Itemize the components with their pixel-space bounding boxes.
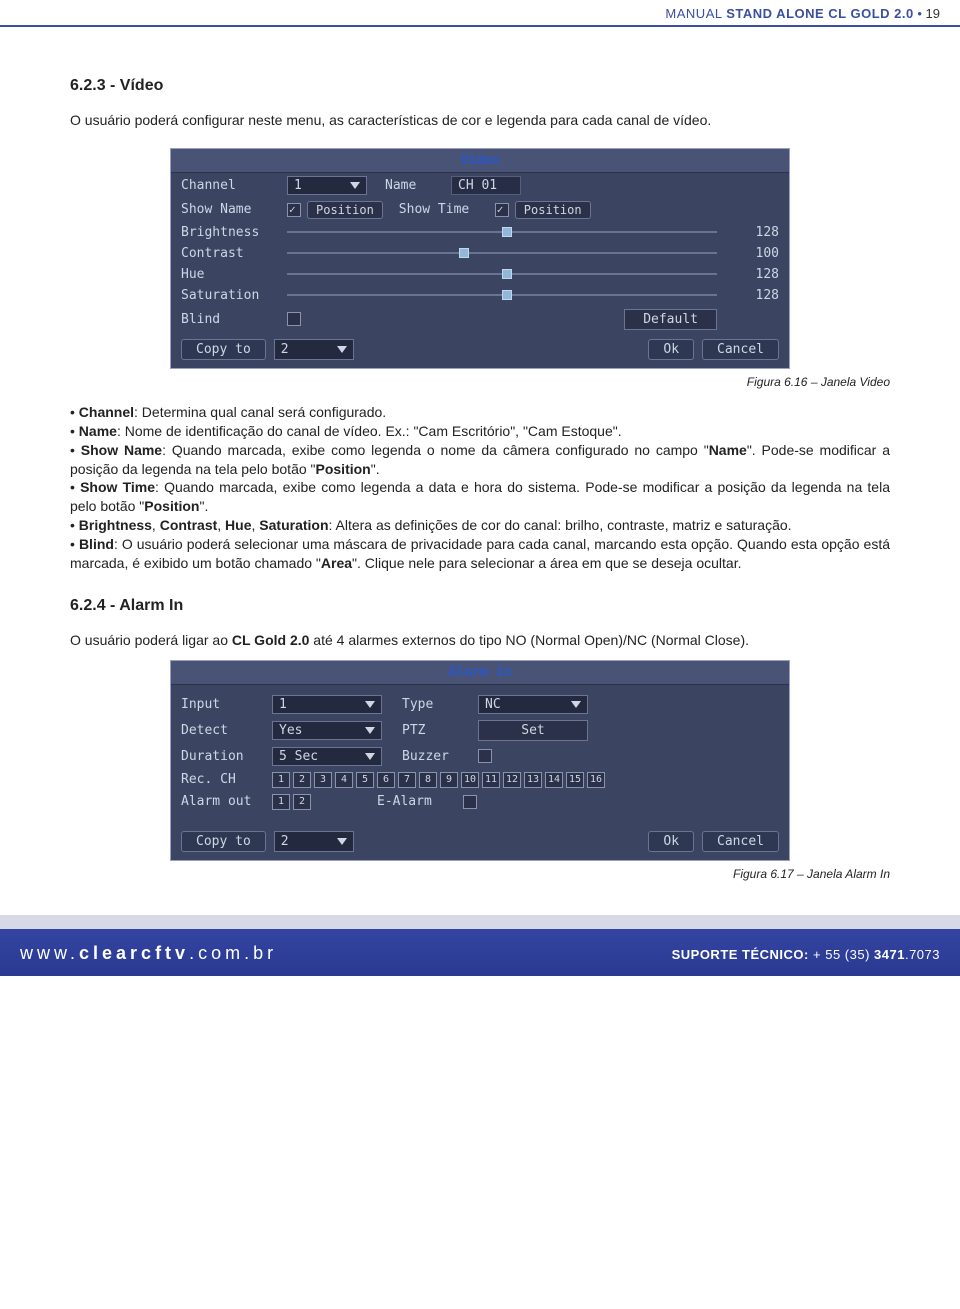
- rec-channels-row: 12345678910111213141516: [272, 772, 605, 788]
- label-show-time: Show Time: [399, 202, 489, 217]
- chevron-down-icon: [365, 701, 375, 708]
- label-detect: Detect: [181, 723, 266, 738]
- rec-ch-1[interactable]: 1: [272, 772, 290, 788]
- figure-caption-alarm: Figura 6.17 – Janela Alarm In: [70, 867, 890, 881]
- rec-ch-10[interactable]: 10: [461, 772, 479, 788]
- alarm-panel-title: Alarm in: [171, 661, 789, 685]
- copy-to-channel-select[interactable]: 2: [274, 339, 354, 360]
- label-hue: Hue: [181, 267, 281, 282]
- section-heading-alarm: 6.2.4 - Alarm In: [70, 597, 890, 615]
- section-heading-video: 6.2.3 - Vídeo: [70, 77, 890, 95]
- show-time-position-button[interactable]: Position: [515, 201, 591, 219]
- figure-caption-video: Figura 6.16 – Janela Video: [70, 375, 890, 389]
- chevron-down-icon: [571, 701, 581, 708]
- document-header: MANUAL STAND ALONE CL GOLD 2.0 • 19: [0, 0, 960, 27]
- label-e-alarm: E-Alarm: [377, 794, 457, 809]
- ptz-set-button[interactable]: Set: [478, 720, 588, 741]
- label-ptz: PTZ: [402, 723, 472, 738]
- show-time-checkbox[interactable]: [495, 203, 509, 217]
- show-name-position-button[interactable]: Position: [307, 201, 383, 219]
- video-definitions-list: Channel: Determina qual canal será confi…: [70, 403, 890, 573]
- detect-select[interactable]: Yes: [272, 721, 382, 740]
- label-show-name: Show Name: [181, 202, 281, 217]
- label-buzzer: Buzzer: [402, 749, 472, 764]
- e-alarm-checkbox[interactable]: [463, 795, 477, 809]
- saturation-slider[interactable]: [287, 290, 717, 300]
- doc-title-light: MANUAL: [665, 6, 726, 21]
- alarm-out-row: 12: [272, 794, 311, 810]
- video-settings-panel: Video Channel 1 Name CH 01 Show Name Pos…: [170, 148, 790, 369]
- rec-ch-3[interactable]: 3: [314, 772, 332, 788]
- page-number: 19: [926, 6, 940, 21]
- rec-ch-2[interactable]: 2: [293, 772, 311, 788]
- hue-value: 128: [723, 267, 779, 282]
- chevron-down-icon: [365, 753, 375, 760]
- label-duration: Duration: [181, 749, 266, 764]
- duration-select[interactable]: 5 Sec: [272, 747, 382, 766]
- label-type: Type: [402, 697, 472, 712]
- label-alarm-out: Alarm out: [181, 794, 266, 809]
- show-name-checkbox[interactable]: [287, 203, 301, 217]
- default-button[interactable]: Default: [624, 309, 717, 330]
- rec-ch-15[interactable]: 15: [566, 772, 584, 788]
- chevron-down-icon: [337, 346, 347, 353]
- rec-ch-5[interactable]: 5: [356, 772, 374, 788]
- rec-ch-11[interactable]: 11: [482, 772, 500, 788]
- alarm-out-2[interactable]: 2: [293, 794, 311, 810]
- channel-select[interactable]: 1: [287, 176, 367, 195]
- ok-button[interactable]: Ok: [648, 831, 694, 852]
- chevron-down-icon: [365, 727, 375, 734]
- rec-ch-8[interactable]: 8: [419, 772, 437, 788]
- contrast-slider[interactable]: [287, 248, 717, 258]
- hue-slider[interactable]: [287, 269, 717, 279]
- type-select[interactable]: NC: [478, 695, 588, 714]
- chevron-down-icon: [350, 182, 360, 189]
- ok-button[interactable]: Ok: [648, 339, 694, 360]
- label-name: Name: [385, 178, 445, 193]
- rec-ch-9[interactable]: 9: [440, 772, 458, 788]
- copy-to-button[interactable]: Copy to: [181, 831, 266, 852]
- label-brightness: Brightness: [181, 225, 281, 240]
- alarm-settings-panel: Alarm in Input 1 Type NC Detect Yes PTZ …: [170, 660, 790, 861]
- rec-ch-14[interactable]: 14: [545, 772, 563, 788]
- footer-support: SUPORTE TÉCNICO: + 55 (35) 3471.7073: [672, 947, 940, 962]
- section-intro-video: O usuário poderá configurar neste menu, …: [70, 111, 890, 130]
- contrast-value: 100: [723, 246, 779, 261]
- name-input[interactable]: CH 01: [451, 176, 521, 195]
- saturation-value: 128: [723, 288, 779, 303]
- video-panel-title: Video: [171, 149, 789, 173]
- buzzer-checkbox[interactable]: [478, 749, 492, 763]
- brightness-value: 128: [723, 225, 779, 240]
- rec-ch-4[interactable]: 4: [335, 772, 353, 788]
- brightness-slider[interactable]: [287, 227, 717, 237]
- rec-ch-7[interactable]: 7: [398, 772, 416, 788]
- doc-title-bold: STAND ALONE CL GOLD 2.0: [726, 6, 914, 21]
- blind-checkbox[interactable]: [287, 312, 301, 326]
- label-contrast: Contrast: [181, 246, 281, 261]
- input-select[interactable]: 1: [272, 695, 382, 714]
- alarm-out-1[interactable]: 1: [272, 794, 290, 810]
- footer-url: www.clearcftv.com.br: [20, 943, 277, 964]
- copy-to-button[interactable]: Copy to: [181, 339, 266, 360]
- rec-ch-16[interactable]: 16: [587, 772, 605, 788]
- label-blind: Blind: [181, 312, 281, 327]
- section-intro-alarm: O usuário poderá ligar ao CL Gold 2.0 at…: [70, 631, 890, 650]
- label-input: Input: [181, 697, 266, 712]
- rec-ch-13[interactable]: 13: [524, 772, 542, 788]
- chevron-down-icon: [337, 838, 347, 845]
- label-rec-ch: Rec. CH: [181, 772, 266, 787]
- cancel-button[interactable]: Cancel: [702, 831, 779, 852]
- cancel-button[interactable]: Cancel: [702, 339, 779, 360]
- rec-ch-12[interactable]: 12: [503, 772, 521, 788]
- page-footer: www.clearcftv.com.br SUPORTE TÉCNICO: + …: [0, 915, 960, 976]
- label-saturation: Saturation: [181, 288, 281, 303]
- label-channel: Channel: [181, 178, 281, 193]
- copy-to-channel-select[interactable]: 2: [274, 831, 354, 852]
- rec-ch-6[interactable]: 6: [377, 772, 395, 788]
